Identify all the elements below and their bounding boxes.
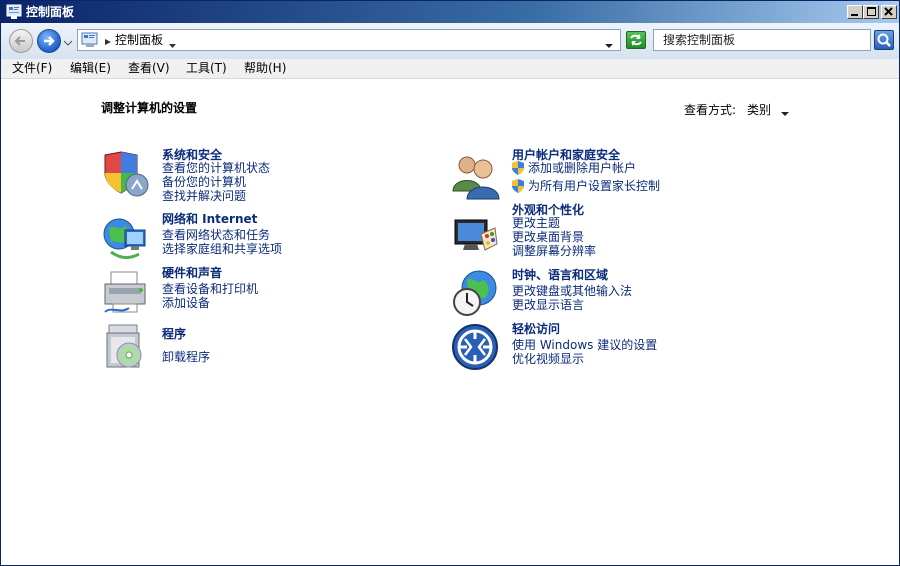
control-panel-app-icon <box>6 4 22 20</box>
menu-help[interactable]: 帮助(H) <box>244 61 286 76</box>
menu-tools[interactable]: 工具(T) <box>186 61 227 76</box>
network-globe-icon[interactable] <box>101 214 149 262</box>
link-troubleshoot[interactable]: 查找并解决问题 <box>162 189 246 203</box>
window-title: 控制面板 <box>26 5 75 19</box>
control-panel-window: 控制面板 控制面板 搜索控制面板 文件(F) 编辑(E) 查看(V) 工具(T)… <box>0 0 900 566</box>
recent-pages-chevron-icon[interactable] <box>63 37 73 51</box>
link-display-language[interactable]: 更改显示语言 <box>512 298 584 312</box>
category-appearance-title[interactable]: 外观和个性化 <box>512 203 584 217</box>
clock-globe-icon[interactable] <box>451 268 499 316</box>
category-clock-language-title[interactable]: 时钟、语言和区域 <box>512 268 608 282</box>
category-programs-title[interactable]: 程序 <box>162 327 186 341</box>
title-bar[interactable]: 控制面板 <box>1 1 899 23</box>
category-user-accounts-title[interactable]: 用户帐户和家庭安全 <box>512 148 620 162</box>
back-button[interactable] <box>9 29 33 53</box>
refresh-button[interactable] <box>626 31 646 49</box>
category-network-internet-title[interactable]: 网络和 Internet <box>162 212 257 226</box>
monitor-palette-icon[interactable] <box>451 214 499 262</box>
link-add-device[interactable]: 添加设备 <box>162 296 210 310</box>
link-uninstall-program[interactable]: 卸载程序 <box>162 350 210 364</box>
menu-edit[interactable]: 编辑(E) <box>70 61 111 76</box>
link-devices-printers[interactable]: 查看设备和打印机 <box>162 282 258 296</box>
close-button[interactable] <box>881 5 897 19</box>
link-desktop-background[interactable]: 更改桌面背景 <box>512 230 584 244</box>
forward-button[interactable] <box>37 29 61 53</box>
ease-of-access-icon[interactable] <box>451 323 499 371</box>
link-add-remove-user[interactable]: 添加或删除用户帐户 <box>528 161 636 175</box>
menu-file[interactable]: 文件(F) <box>12 61 52 76</box>
link-homegroup-sharing[interactable]: 选择家庭组和共享选项 <box>162 242 282 256</box>
search-icon <box>877 33 891 47</box>
programs-disc-icon[interactable] <box>101 323 149 371</box>
breadcrumb-dropdown-icon[interactable] <box>169 38 177 52</box>
shield-computer-icon[interactable] <box>101 151 149 199</box>
page-title: 调整计算机的设置 <box>101 101 198 115</box>
link-optimize-display[interactable]: 优化视频显示 <box>512 352 584 366</box>
link-screen-resolution[interactable]: 调整屏幕分辨率 <box>512 244 596 258</box>
maximize-button[interactable] <box>863 5 879 19</box>
link-view-computer-status[interactable]: 查看您的计算机状态 <box>162 161 270 175</box>
navigation-bar: 控制面板 搜索控制面板 <box>1 23 899 60</box>
search-button[interactable] <box>874 30 894 50</box>
view-by-chevron-down-icon[interactable] <box>781 106 790 120</box>
printer-icon[interactable] <box>101 268 149 316</box>
link-windows-suggested-settings[interactable]: 使用 Windows 建议的设置 <box>512 338 657 352</box>
category-ease-of-access-title[interactable]: 轻松访问 <box>512 322 560 336</box>
breadcrumb-control-panel[interactable]: 控制面板 <box>115 33 163 48</box>
uac-shield-icon <box>511 161 525 175</box>
link-backup-computer[interactable]: 备份您的计算机 <box>162 175 246 189</box>
search-placeholder: 搜索控制面板 <box>663 33 736 47</box>
link-keyboard-input[interactable]: 更改键盘或其他输入法 <box>512 284 632 298</box>
address-history-dropdown-icon[interactable] <box>605 38 614 52</box>
category-hardware-sound-title[interactable]: 硬件和声音 <box>162 266 222 280</box>
view-by-label: 查看方式: <box>684 103 737 117</box>
minimize-button[interactable] <box>847 5 863 19</box>
search-input[interactable]: 搜索控制面板 <box>653 29 871 51</box>
content-area: 调整计算机的设置 查看方式: 类别 系统和安全 查看您的计算机状态 备份您的计算… <box>1 79 899 565</box>
category-system-security-title[interactable]: 系统和安全 <box>162 148 222 162</box>
users-icon[interactable] <box>451 151 500 200</box>
menu-bar: 文件(F) 编辑(E) 查看(V) 工具(T) 帮助(H) <box>1 59 899 79</box>
view-by-dropdown[interactable]: 类别 <box>747 101 771 118</box>
uac-shield-icon <box>511 179 525 193</box>
breadcrumb-separator-icon[interactable] <box>104 35 112 49</box>
menu-view[interactable]: 查看(V) <box>128 61 170 76</box>
link-parental-controls[interactable]: 为所有用户设置家长控制 <box>528 179 660 193</box>
control-panel-icon <box>81 32 99 51</box>
link-network-status[interactable]: 查看网络状态和任务 <box>162 228 270 242</box>
address-bar[interactable]: 控制面板 <box>77 29 621 51</box>
link-change-theme[interactable]: 更改主题 <box>512 216 560 230</box>
